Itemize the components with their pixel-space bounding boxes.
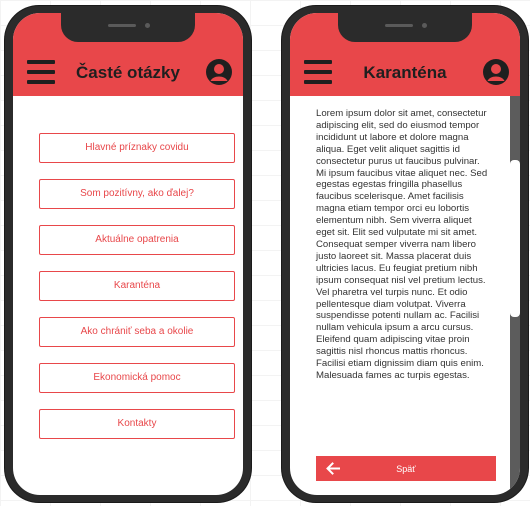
arrow-left-icon: [326, 462, 340, 475]
article-body: Lorem ipsum dolor sit amet, consectetur …: [316, 108, 488, 381]
faq-menu-list: Hlavné príznaky covidu Som pozitívny, ak…: [39, 133, 235, 455]
phone-frame-faq: Časté otázky Hlavné príznaky covidu Som …: [5, 6, 251, 502]
menu-button-economic-help[interactable]: Ekonomická pomoc: [39, 363, 235, 393]
menu-button-contacts[interactable]: Kontakty: [39, 409, 235, 439]
hamburger-icon[interactable]: [27, 60, 55, 84]
hamburger-icon[interactable]: [304, 60, 332, 84]
scrollbar-thumb[interactable]: [510, 160, 520, 317]
back-button[interactable]: Späť: [316, 456, 496, 481]
scrollbar[interactable]: [510, 96, 520, 495]
menu-button-measures[interactable]: Aktuálne opatrenia: [39, 225, 235, 255]
menu-button-protection[interactable]: Ako chrániť seba a okolie: [39, 317, 235, 347]
back-button-label: Späť: [396, 463, 416, 474]
phone-notch: [61, 13, 195, 42]
user-circle-icon[interactable]: [205, 58, 233, 86]
phone-frame-quarantine: Karanténa Lorem ipsum dolor sit amet, co…: [282, 6, 528, 502]
quarantine-screen: Karanténa Lorem ipsum dolor sit amet, co…: [290, 13, 520, 495]
user-circle-icon[interactable]: [482, 58, 510, 86]
menu-button-positive[interactable]: Som pozitívny, ako ďalej?: [39, 179, 235, 209]
page-title: Karanténa: [363, 63, 447, 82]
faq-screen: Časté otázky Hlavné príznaky covidu Som …: [13, 13, 243, 495]
menu-button-quarantine[interactable]: Karanténa: [39, 271, 235, 301]
menu-button-symptoms[interactable]: Hlavné príznaky covidu: [39, 133, 235, 163]
phone-notch: [338, 13, 472, 42]
page-title: Časté otázky: [76, 63, 180, 82]
